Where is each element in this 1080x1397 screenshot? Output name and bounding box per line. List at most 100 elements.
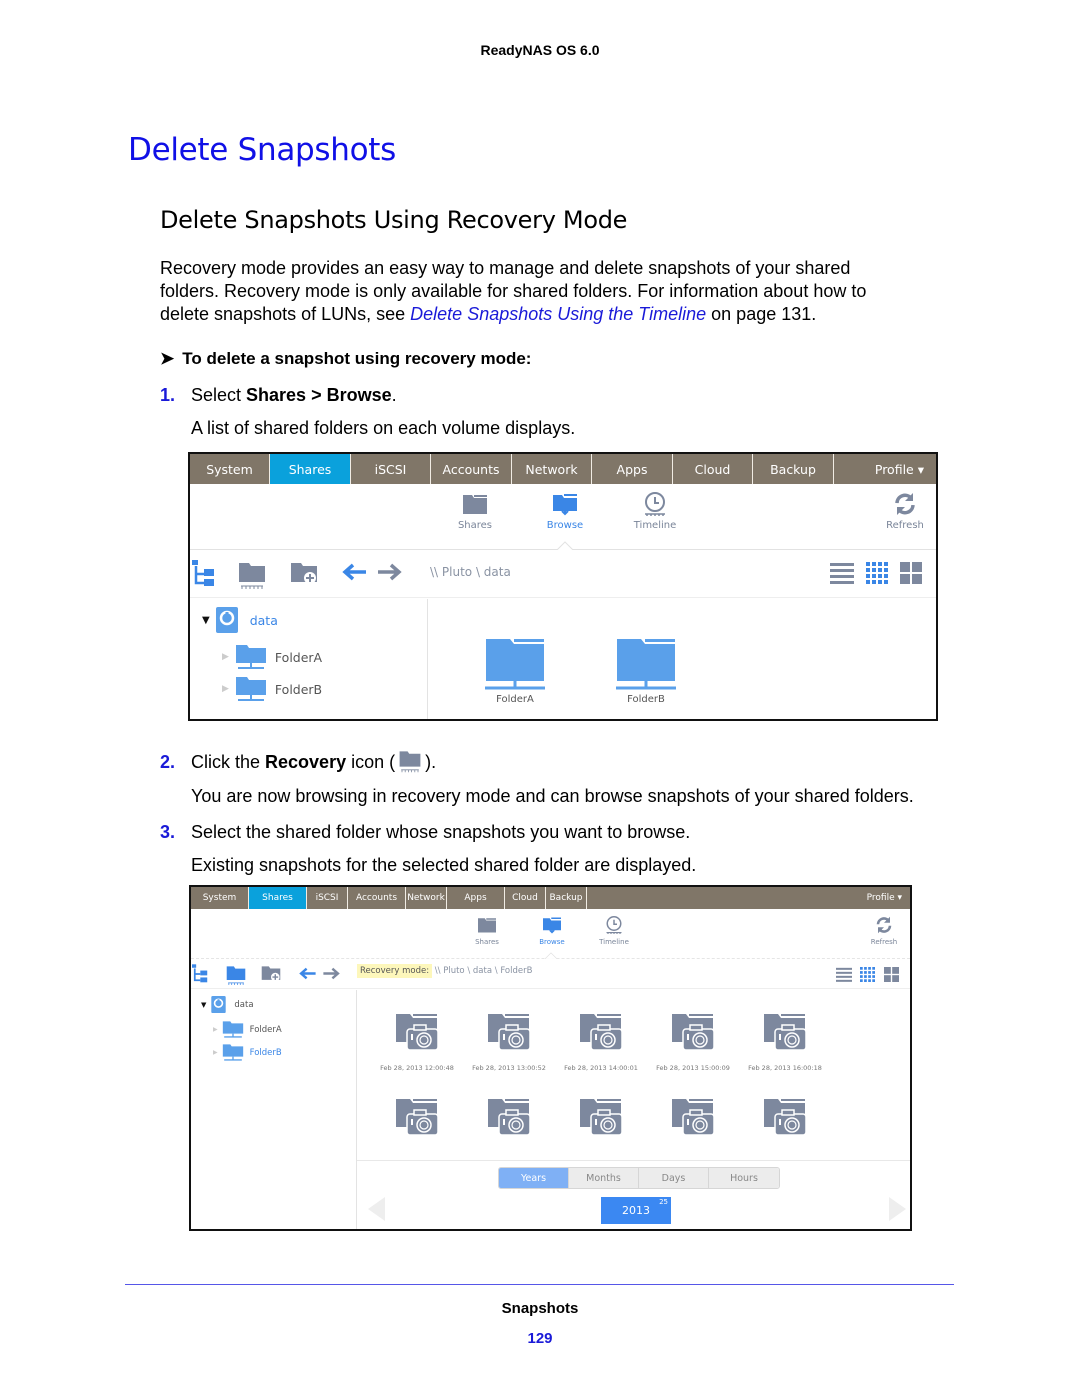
tab-cloud[interactable]: Cloud xyxy=(505,887,546,909)
tab-network[interactable]: Network xyxy=(512,454,592,484)
tab-iscsi[interactable]: iSCSI xyxy=(307,887,348,909)
snapshot-item[interactable] xyxy=(371,1097,463,1139)
large-grid-view-icon[interactable] xyxy=(884,967,899,982)
expand-right-icon[interactable]: ▶ xyxy=(222,684,229,694)
intro-text: delete snapshots of LUNs, see xyxy=(160,304,411,324)
folder-tree: ▼ data ▶ FolderA ▶ FolderB xyxy=(191,990,357,1229)
year-label: 2013 xyxy=(622,1204,650,1217)
snapshot-item[interactable]: Feb 28, 2013 14:00:01 xyxy=(555,1012,647,1072)
subnav-shares[interactable]: Shares xyxy=(440,492,510,531)
tab-cloud[interactable]: Cloud xyxy=(673,454,753,484)
snapshot-folder-icon xyxy=(764,1014,807,1051)
snapshot-item[interactable] xyxy=(463,1097,555,1139)
tab-accounts[interactable]: Accounts xyxy=(348,887,406,909)
scale-days[interactable]: Days xyxy=(639,1168,709,1188)
tab-apps[interactable]: Apps xyxy=(592,454,673,484)
subnav-shares-label: Shares xyxy=(457,520,493,531)
snapshot-item[interactable] xyxy=(739,1097,831,1139)
tab-network[interactable]: Network xyxy=(406,887,447,909)
tab-accounts[interactable]: Accounts xyxy=(431,454,512,484)
small-grid-view-icon[interactable] xyxy=(860,967,875,982)
expand-right-icon[interactable]: ▶ xyxy=(213,1026,218,1033)
snapshot-item[interactable]: Feb 28, 2013 13:00:52 xyxy=(463,1012,555,1072)
new-folder-icon[interactable] xyxy=(261,964,281,983)
back-arrow-icon[interactable] xyxy=(342,563,368,581)
scale-hours[interactable]: Hours xyxy=(709,1168,779,1188)
footer-title: Snapshots xyxy=(501,1300,579,1317)
expand-down-icon[interactable]: ▼ xyxy=(202,615,210,626)
divider xyxy=(357,1160,910,1161)
subnav-browse-label: Browse xyxy=(539,938,565,946)
tree-item[interactable]: ▶ FolderA xyxy=(213,1020,282,1039)
tree-toggle-icon[interactable] xyxy=(192,964,210,984)
tree-item[interactable]: ▶ FolderA xyxy=(222,643,322,671)
list-view-icon[interactable] xyxy=(836,967,852,982)
tree-toggle-icon[interactable] xyxy=(192,560,218,588)
tree-item-label: FolderA xyxy=(249,1024,282,1035)
tab-system[interactable]: System xyxy=(191,887,249,909)
step-number: 3. xyxy=(160,822,176,842)
step-text: Select xyxy=(191,385,247,405)
subnav-browse[interactable]: Browse xyxy=(530,492,600,531)
snapshot-item[interactable]: Feb 28, 2013 16:00:18 xyxy=(739,1012,831,1072)
profile-menu[interactable]: Profile ▾ xyxy=(830,887,910,909)
tab-shares[interactable]: Shares xyxy=(249,887,307,909)
breadcrumb-path: \\ Pluto \ data xyxy=(430,565,511,579)
volume-icon xyxy=(211,996,227,1013)
subnav-timeline[interactable]: Timeline xyxy=(581,916,647,946)
timeline-prev-icon[interactable] xyxy=(365,1195,387,1223)
tree-root[interactable]: ▼ data xyxy=(202,607,278,633)
recovery-icon[interactable] xyxy=(226,964,246,986)
nav-bar: System Shares iSCSI Accounts Network App… xyxy=(191,887,910,909)
folder-label: FolderA xyxy=(496,694,534,705)
snapshot-grid: Feb 28, 2013 12:00:48 Feb 28, 2013 13:00:… xyxy=(357,990,910,1229)
subnav-browse[interactable]: Browse xyxy=(519,916,585,946)
tree-item[interactable]: ▶ FolderB xyxy=(222,675,322,703)
timeline-next-icon[interactable] xyxy=(887,1195,909,1223)
snapshot-folder-icon xyxy=(488,1014,531,1051)
folder-item[interactable]: FolderA xyxy=(480,637,550,705)
tab-backup[interactable]: Backup xyxy=(546,887,587,909)
tab-apps[interactable]: Apps xyxy=(447,887,505,909)
tab-iscsi[interactable]: iSCSI xyxy=(351,454,431,484)
tab-shares[interactable]: Shares xyxy=(270,454,351,484)
back-arrow-icon[interactable] xyxy=(299,967,317,980)
snapshot-item[interactable] xyxy=(647,1097,739,1139)
tab-backup[interactable]: Backup xyxy=(753,454,834,484)
intro-line-2: folders. Recovery mode is only available… xyxy=(160,281,867,301)
refresh-button[interactable]: Refresh xyxy=(859,916,909,946)
tree-item-selected[interactable]: ▶ FolderB xyxy=(213,1043,282,1062)
refresh-button[interactable]: Refresh xyxy=(870,492,936,531)
folder-item[interactable]: FolderB xyxy=(611,637,681,705)
recovery-icon[interactable] xyxy=(238,560,266,590)
expand-right-icon[interactable]: ▶ xyxy=(213,1049,218,1056)
expand-down-icon[interactable]: ▼ xyxy=(201,1001,206,1009)
scale-years[interactable]: Years xyxy=(499,1168,569,1188)
subnav-shares[interactable]: Shares xyxy=(454,916,520,946)
subnav-timeline[interactable]: Timeline xyxy=(620,492,690,531)
tab-system[interactable]: System xyxy=(190,454,270,484)
snapshot-timestamp: Feb 28, 2013 13:00:52 xyxy=(472,1064,546,1072)
forward-arrow-icon[interactable] xyxy=(376,563,402,581)
browse-folder-icon xyxy=(543,917,561,934)
scale-months[interactable]: Months xyxy=(569,1168,639,1188)
snapshot-item[interactable]: Feb 28, 2013 15:00:09 xyxy=(647,1012,739,1072)
section-title: Delete Snapshots Using Recovery Mode xyxy=(160,206,628,234)
nav-bar: System Shares iSCSI Accounts Network App… xyxy=(190,454,936,484)
tree-item-label: FolderB xyxy=(274,681,323,697)
snapshot-item[interactable]: Feb 28, 2013 12:00:48 xyxy=(371,1012,463,1072)
step-bold: Recovery xyxy=(265,752,347,772)
clock-icon xyxy=(606,916,622,934)
year-block[interactable]: 2013 25 xyxy=(601,1197,671,1224)
timeline-link[interactable]: Delete Snapshots Using the Timeline xyxy=(410,304,706,324)
profile-menu[interactable]: Profile ▾ xyxy=(836,454,936,484)
snapshot-item[interactable] xyxy=(555,1097,647,1139)
list-view-icon[interactable] xyxy=(830,562,854,584)
large-grid-view-icon[interactable] xyxy=(900,562,922,584)
forward-arrow-icon[interactable] xyxy=(322,967,340,980)
expand-right-icon[interactable]: ▶ xyxy=(222,652,229,662)
small-grid-view-icon[interactable] xyxy=(866,562,888,584)
snapshot-timestamp: Feb 28, 2013 16:00:18 xyxy=(748,1064,822,1072)
new-folder-icon[interactable] xyxy=(290,560,318,586)
tree-root[interactable]: ▼ data xyxy=(201,996,254,1013)
